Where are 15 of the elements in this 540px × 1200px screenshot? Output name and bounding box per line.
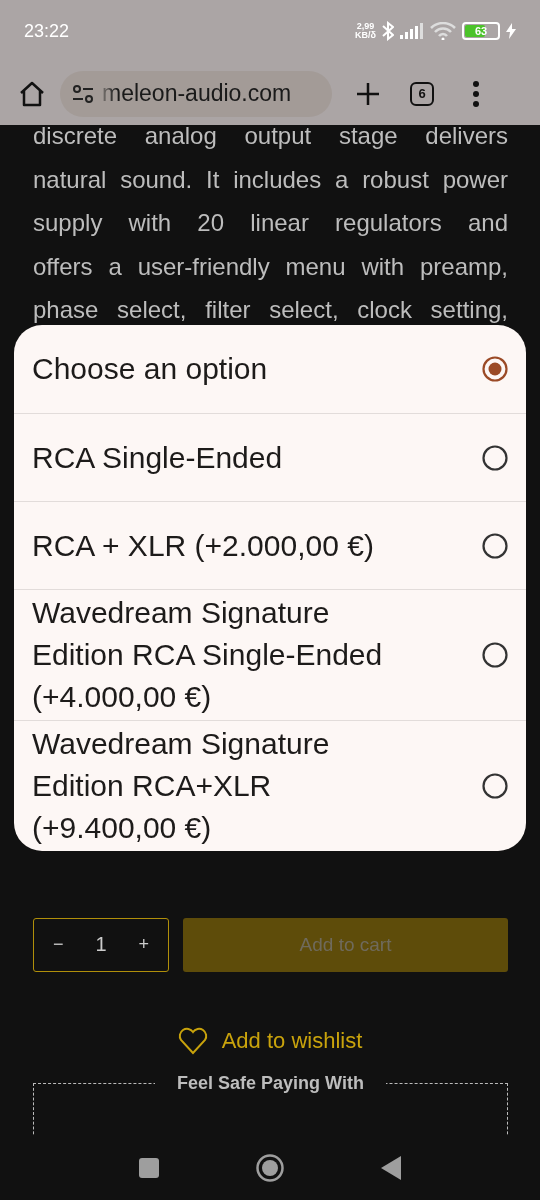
network-speed: 2,99 KB/δ xyxy=(355,22,376,40)
payment-title: Feel Safe Paying With xyxy=(176,1072,365,1094)
status-time: 23:22 xyxy=(24,20,71,42)
tab-count-button[interactable]: 6 xyxy=(410,81,434,106)
option-item[interactable]: Wavedream Signature Edition RCA Single-Ended (+4.000,00 €) xyxy=(14,589,526,720)
increase-button[interactable]: + xyxy=(132,934,155,955)
option-item[interactable]: Choose an option xyxy=(14,325,526,413)
product-description: discrete analog output stage delivers natural sound. It includes a robust power supply with 20 linear regulators and offers a user-friendly menu with preamp, phase select, filter select, clock setting, xyxy=(33,125,508,325)
option-item[interactable]: RCA Single-Ended xyxy=(14,413,526,501)
option-item[interactable]: Wavedream Signature Edition RCA+XLR (+9.400,00 €) xyxy=(14,720,526,851)
decrease-button[interactable]: − xyxy=(46,934,70,955)
option-item[interactable]: RCA + XLR (+2.000,00 €) xyxy=(14,501,526,589)
wishlist-link[interactable]: Add to wishlist xyxy=(177,1026,363,1055)
quantity-stepper[interactable]: − 1 + xyxy=(33,917,169,972)
address-bar[interactable]: meleon-audio.com xyxy=(60,70,332,117)
